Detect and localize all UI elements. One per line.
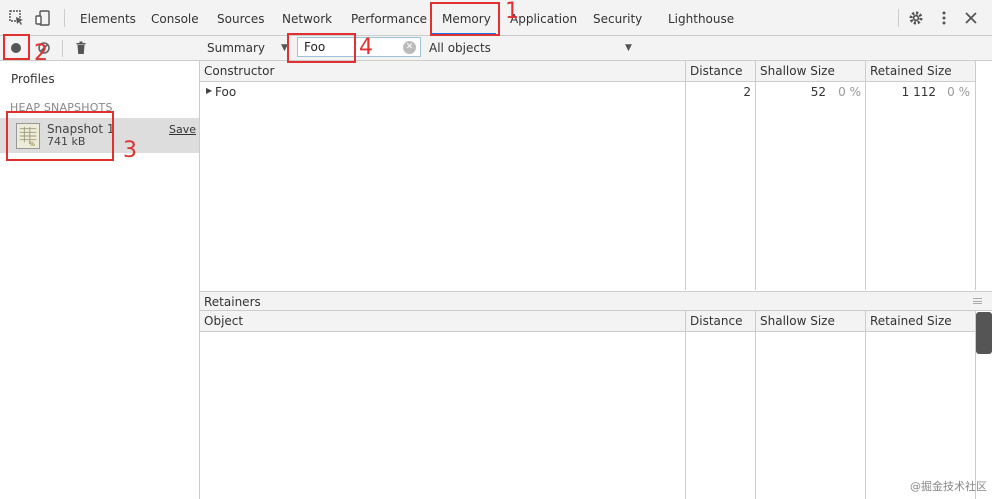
column-header-shallow-size[interactable]: Shallow Size [756, 311, 835, 332]
shallow-size-percent: 0 % [838, 85, 861, 99]
summary-grid: Constructor Distance Shallow Size Retain… [200, 61, 976, 290]
save-snapshot-link[interactable]: Save [169, 123, 196, 136]
column-divider [685, 311, 686, 499]
close-icon[interactable] [962, 9, 980, 27]
annotation-box-memory-tab [430, 2, 500, 36]
annotation-number: 4 [359, 35, 373, 60]
tab-application[interactable]: Application [510, 0, 577, 36]
retained-size-value: 1 112 [901, 85, 936, 99]
resize-grip-icon[interactable] [973, 298, 982, 304]
profiles-heading: Profiles [11, 72, 55, 86]
device-toolbar-icon[interactable] [34, 9, 52, 27]
column-divider [865, 311, 866, 499]
retainers-label: Retainers [204, 295, 261, 309]
trash-icon[interactable] [73, 40, 89, 56]
annotation-number: 3 [123, 138, 137, 163]
scrollbar-handle[interactable] [976, 312, 992, 354]
column-header-retained-size[interactable]: Retained Size [866, 61, 952, 82]
tab-lighthouse[interactable]: Lighthouse [668, 0, 734, 36]
memory-toolbar: Summary ▼ Foo ✕ All objects ▼ [0, 36, 992, 61]
tab-security[interactable]: Security [593, 0, 642, 36]
clear-filter-icon[interactable]: ✕ [403, 41, 416, 54]
watermark: @掘金技术社区 [910, 480, 987, 493]
objects-select[interactable]: All objects ▼ [429, 38, 635, 58]
toolbar-divider [62, 40, 63, 57]
column-header-object[interactable]: Object [200, 311, 243, 332]
objects-select-value: All objects [429, 41, 491, 55]
column-header-retained-size[interactable]: Retained Size [866, 311, 952, 332]
column-divider [975, 61, 976, 290]
annotation-box-record [3, 34, 30, 60]
tab-elements[interactable]: Elements [80, 0, 136, 36]
column-header-constructor[interactable]: Constructor [200, 61, 274, 82]
chevron-down-icon: ▼ [625, 43, 632, 53]
retainers-grid-header: Object Distance Shallow Size Retained Si… [200, 311, 976, 332]
tab-network[interactable]: Network [282, 0, 332, 36]
column-divider [755, 311, 756, 499]
inspect-element-icon[interactable] [8, 9, 26, 27]
column-header-distance[interactable]: Distance [686, 311, 742, 332]
toolbar-divider [898, 9, 899, 27]
retained-size-percent: 0 % [947, 85, 970, 99]
expand-triangle-icon[interactable]: ▶ [206, 86, 212, 95]
annotation-box-filter [287, 33, 356, 63]
tab-sources[interactable]: Sources [217, 0, 264, 36]
distance-value: 2 [743, 85, 751, 99]
shallow-size-value: 52 [810, 85, 826, 99]
annotation-number: 2 [34, 41, 48, 66]
tab-performance[interactable]: Performance [351, 0, 427, 36]
column-header-shallow-size[interactable]: Shallow Size [756, 61, 835, 82]
retainers-panel-header[interactable]: Retainers [200, 291, 992, 311]
more-options-icon[interactable] [935, 9, 953, 27]
summary-grid-header: Constructor Distance Shallow Size Retain… [200, 61, 976, 82]
settings-gear-icon[interactable] [907, 9, 925, 27]
constructor-name: Foo [215, 85, 237, 99]
retainers-grid: Object Distance Shallow Size Retained Si… [200, 311, 976, 499]
column-header-distance[interactable]: Distance [686, 61, 742, 82]
annotation-number: 1 [505, 0, 519, 24]
tab-console[interactable]: Console [151, 0, 199, 36]
annotation-box-snapshot [6, 111, 114, 161]
toolbar-divider [64, 9, 65, 27]
view-select[interactable]: Summary ▼ [207, 38, 288, 58]
view-select-value: Summary [207, 41, 265, 55]
